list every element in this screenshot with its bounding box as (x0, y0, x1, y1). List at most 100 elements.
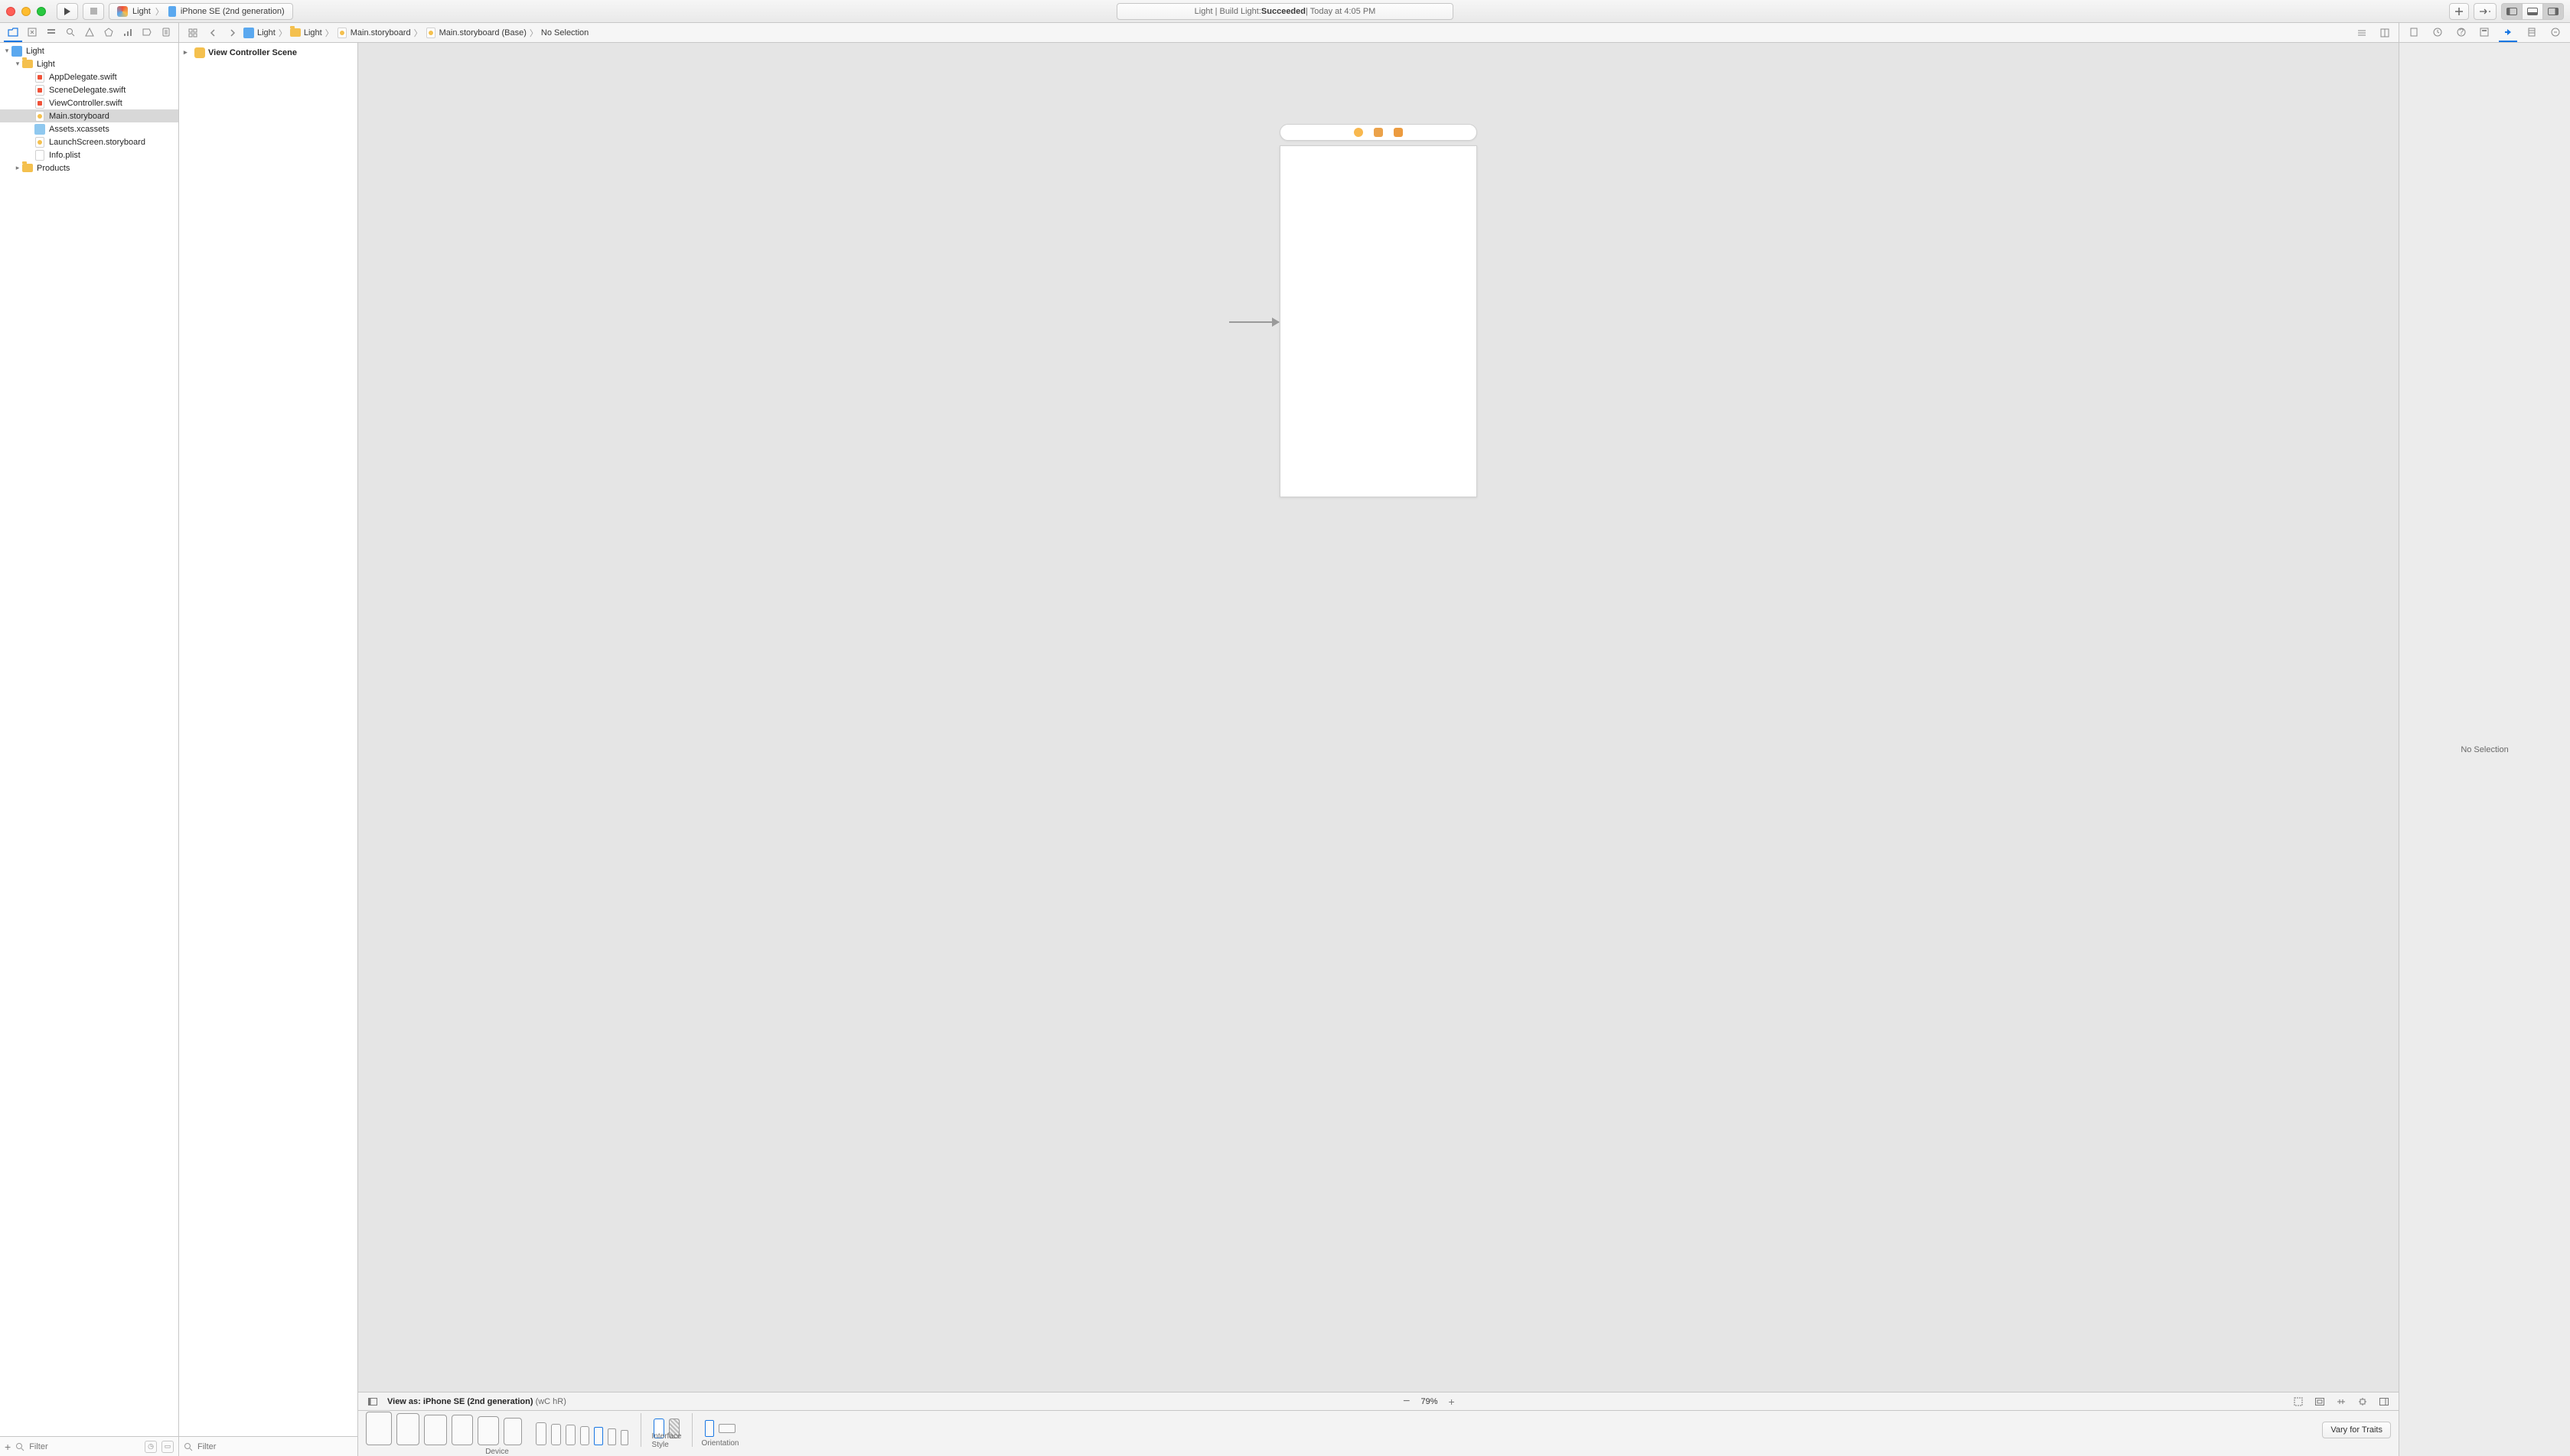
disclosure-triangle-icon[interactable]: ▸ (14, 164, 21, 172)
zoom-value[interactable]: 79% (1421, 1397, 1438, 1406)
pin-button[interactable] (2356, 1395, 2369, 1409)
device-ipad-pro-12[interactable] (366, 1412, 392, 1445)
viewcontroller-icon[interactable] (1354, 128, 1363, 137)
source-control-navigator-tab[interactable] (23, 24, 41, 42)
orientation-portrait[interactable] (705, 1420, 714, 1437)
initial-vc-arrow-icon[interactable] (1229, 321, 1279, 323)
outline-scene-row[interactable]: ▸ View Controller Scene (184, 46, 353, 59)
file-inspector-tab[interactable] (2405, 24, 2423, 42)
toggle-navigator-button[interactable] (2501, 3, 2522, 20)
crumb-2[interactable]: Main.storyboard (351, 28, 411, 37)
device-group: Device (366, 1412, 628, 1456)
toggle-debug-area-button[interactable] (2522, 3, 2542, 20)
project-navigator-tab[interactable] (4, 24, 22, 42)
issue-navigator-tab[interactable] (80, 24, 99, 42)
outline-filter-input[interactable] (197, 1442, 353, 1451)
file-row[interactable]: LaunchScreen.storyboard (0, 135, 178, 148)
go-forward-button[interactable] (223, 24, 242, 42)
stop-button[interactable] (83, 3, 104, 20)
device-ipad-air[interactable] (424, 1415, 447, 1445)
find-navigator-tab[interactable] (61, 24, 80, 42)
identity-inspector-tab[interactable] (2475, 24, 2493, 42)
disclosure-triangle-icon[interactable]: ▸ (184, 48, 191, 57)
device-group-label: Device (485, 1448, 509, 1456)
related-items-button[interactable] (184, 24, 202, 42)
debug-navigator-tab[interactable] (119, 24, 137, 42)
library-button[interactable] (2449, 3, 2469, 20)
code-review-button[interactable] (2474, 3, 2497, 20)
scheme-selector[interactable]: Light 〉 iPhone SE (2nd generation) (109, 3, 293, 20)
device-ipad[interactable] (452, 1415, 473, 1445)
viewcontroller-frame[interactable] (1280, 145, 1477, 497)
run-button[interactable] (57, 3, 78, 20)
connections-inspector-tab[interactable] (2546, 24, 2565, 42)
device-ipad-pro-11[interactable] (396, 1413, 419, 1445)
file-row[interactable]: Info.plist (0, 148, 178, 161)
file-row[interactable]: Main.storyboard (0, 109, 178, 122)
zoom-window-icon[interactable] (37, 7, 46, 16)
first-responder-icon[interactable] (1374, 128, 1383, 137)
canvas-viewport[interactable] (358, 43, 2399, 1392)
close-window-icon[interactable] (6, 7, 15, 16)
story-icon (34, 110, 46, 122)
storyboard-icon (338, 28, 347, 38)
update-frames-button[interactable] (2291, 1395, 2305, 1409)
toggle-outline-button[interactable] (366, 1395, 380, 1409)
file-tree[interactable]: ▾Light▾LightAppDelegate.swiftSceneDelega… (0, 43, 178, 1436)
device-iphone-se[interactable] (594, 1427, 603, 1445)
exit-icon[interactable] (1394, 128, 1403, 137)
inspector-panel: No Selection (2399, 43, 2570, 1456)
editor-options-button[interactable] (2353, 24, 2371, 42)
minimize-window-icon[interactable] (21, 7, 31, 16)
symbol-navigator-tab[interactable] (42, 24, 60, 42)
help-inspector-tab[interactable]: ? (2452, 24, 2471, 42)
crumb-4[interactable]: No Selection (541, 28, 589, 37)
resolve-issues-button[interactable] (2377, 1395, 2391, 1409)
breakpoint-navigator-tab[interactable] (138, 24, 156, 42)
go-back-button[interactable] (204, 24, 222, 42)
crumb-3[interactable]: Main.storyboard (Base) (439, 28, 527, 37)
history-inspector-tab[interactable] (2428, 24, 2447, 42)
disclosure-triangle-icon[interactable]: ▾ (3, 47, 11, 55)
file-row[interactable]: ▾Light (0, 57, 178, 70)
file-row[interactable]: SceneDelegate.swift (0, 83, 178, 96)
zoom-out-button[interactable]: − (1403, 1395, 1410, 1409)
file-row[interactable]: ▾Light (0, 44, 178, 57)
canvas-bottom-bar: View as: iPhone SE (2nd generation) (wC … (358, 1392, 2399, 1410)
svg-text:?: ? (2459, 28, 2464, 37)
test-navigator-tab[interactable] (99, 24, 118, 42)
device-iphone-pro[interactable] (551, 1424, 561, 1445)
file-row[interactable]: Assets.xcassets (0, 122, 178, 135)
report-navigator-tab[interactable] (157, 24, 175, 42)
orientation-landscape[interactable] (719, 1424, 735, 1433)
add-icon[interactable]: + (5, 1441, 11, 1453)
device-iphone-4s[interactable] (621, 1430, 628, 1445)
device-iphone[interactable] (566, 1425, 576, 1445)
file-row[interactable]: ViewController.swift (0, 96, 178, 109)
device-iphone-max[interactable] (536, 1422, 546, 1445)
crumb-1[interactable]: Light (304, 28, 322, 37)
device-iphone-8[interactable] (608, 1428, 616, 1445)
device-ipad-mini[interactable] (478, 1416, 499, 1445)
navigator-filter-input[interactable] (29, 1442, 140, 1451)
view-as-label[interactable]: View as: iPhone SE (2nd generation) (wC … (387, 1397, 566, 1406)
align-button[interactable] (2334, 1395, 2348, 1409)
size-inspector-tab[interactable] (2523, 24, 2541, 42)
file-row[interactable]: ▸Products (0, 161, 178, 174)
device-ipad-legacy[interactable] (504, 1418, 522, 1445)
file-row[interactable]: AppDelegate.swift (0, 70, 178, 83)
disclosure-triangle-icon[interactable]: ▾ (14, 60, 21, 68)
recent-filter-icon[interactable]: ◷ (145, 1441, 157, 1453)
scm-filter-icon[interactable]: ▭ (161, 1441, 174, 1453)
vary-for-traits-button[interactable]: Vary for Traits (2322, 1422, 2391, 1438)
divider (692, 1413, 693, 1447)
toggle-inspector-button[interactable] (2542, 3, 2564, 20)
folder-icon (21, 58, 34, 70)
embed-in-button[interactable] (2313, 1395, 2327, 1409)
attributes-inspector-tab[interactable] (2499, 24, 2517, 42)
zoom-in-button[interactable]: + (1449, 1396, 1455, 1408)
add-editor-button[interactable] (2376, 24, 2394, 42)
crumb-0[interactable]: Light (257, 28, 276, 37)
scene-dock[interactable] (1280, 124, 1477, 141)
device-iphone-mini[interactable] (580, 1426, 589, 1445)
